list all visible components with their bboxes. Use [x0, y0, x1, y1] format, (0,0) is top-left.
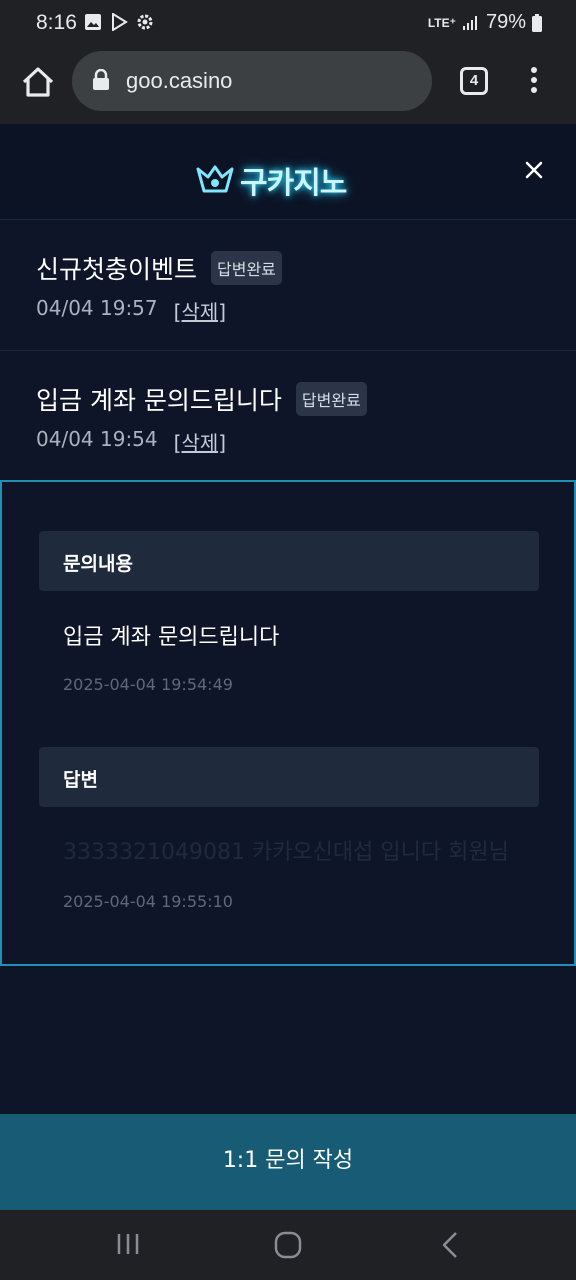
status-badge: 답변완료 [211, 251, 282, 285]
inquiry-content: 입금 계좌 문의드립니다 [63, 625, 280, 650]
answer-timestamp: 2025-04-04 19:55:10 [63, 892, 233, 911]
address-bar[interactable]: goo.casino [72, 51, 432, 111]
network-type: LTE⁺ [427, 15, 456, 30]
home-icon[interactable] [18, 62, 58, 102]
inquiry-date: 04/04 19:54 [36, 427, 158, 451]
status-right: LTE⁺ 79% [428, 11, 542, 34]
inquiry-detail-panel: 문의내용 입금 계좌 문의드립니다 2025-04-04 19:54:49 답변… [0, 480, 576, 966]
status-badge: 답변완료 [295, 382, 367, 416]
battery-percent: 79% [485, 11, 526, 33]
system-nav-bar [0, 1210, 576, 1280]
answer-content: 3333321049081 카카오신대섭 입니다 회원님 [63, 840, 509, 865]
status-bar: 8:16 LTE⁺ 79% [0, 0, 576, 48]
play-store-icon [112, 13, 128, 31]
site-logo[interactable]: 구카지노 [196, 160, 347, 201]
inquiry-item[interactable]: 입금 계좌 문의드립니다 답변완료 04/04 19:54 [삭제] [0, 351, 576, 482]
content-timestamp: 2025-04-04 19:54:49 [63, 675, 233, 694]
close-icon[interactable] [520, 156, 548, 184]
inquiry-title: 입금 계좌 문의드립니다 [36, 386, 282, 415]
battery-icon [532, 13, 542, 32]
content-heading: 문의내용 [39, 531, 539, 591]
inquiry-item[interactable]: 신규첫충이벤트 답변완료 04/04 19:57 [삭제] [0, 220, 576, 351]
crown-logo-icon [196, 165, 234, 193]
gallery-icon [85, 14, 101, 30]
back-icon[interactable] [438, 1230, 462, 1260]
delete-link[interactable]: [삭제] [174, 296, 226, 325]
browser-toolbar: goo.casino 4 [0, 48, 576, 124]
recent-apps-icon[interactable] [114, 1230, 142, 1258]
tab-switcher-button[interactable]: 4 [460, 67, 488, 95]
home-nav-icon[interactable] [273, 1230, 303, 1260]
lock-icon [93, 69, 109, 90]
url-text: goo.casino [126, 68, 233, 93]
settings-gear-icon [137, 14, 153, 30]
inquiry-title: 신규첫충이벤트 [36, 255, 198, 284]
write-inquiry-button[interactable]: 1:1 문의 작성 [0, 1114, 576, 1210]
inquiry-date: 04/04 19:57 [36, 296, 158, 320]
notification-icons [84, 13, 154, 31]
more-menu-icon[interactable] [522, 64, 546, 100]
delete-link[interactable]: [삭제] [174, 427, 226, 456]
answer-heading: 답변 [39, 747, 539, 807]
web-page: 구카지노 신규첫충이벤트 답변완료 04/04 19:57 [삭제] 입금 계좌… [0, 124, 576, 1210]
status-time: 8:16 [36, 11, 77, 34]
logo-text: 구카지노 [240, 166, 347, 201]
signal-icon [462, 15, 477, 30]
site-header: 구카지노 [0, 124, 576, 220]
